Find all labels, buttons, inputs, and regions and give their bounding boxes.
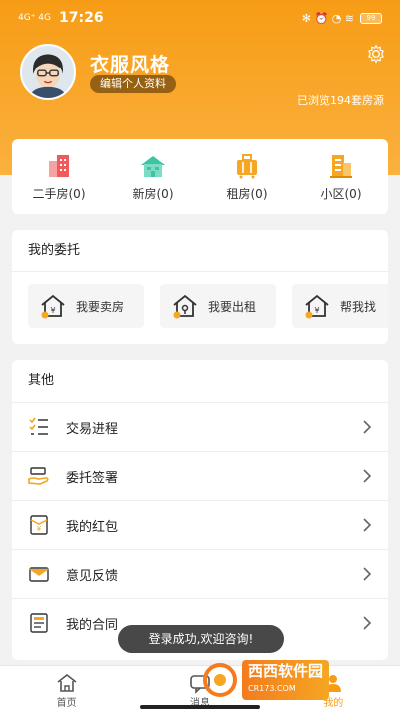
- status-bar: 4G⁺ 4G 17:26 ✻ ⏰ ◔ ≋ 99: [0, 0, 400, 36]
- checklist-icon: [29, 417, 48, 435]
- user-name: 衣服风格: [90, 54, 171, 76]
- sell-house-button[interactable]: ¥ 我要卖房: [28, 284, 144, 328]
- handshake-icon: [28, 467, 49, 485]
- building-icon: [49, 155, 69, 177]
- entrust-sign-row[interactable]: 委托签署: [12, 451, 388, 500]
- edit-profile-button[interactable]: 编辑个人资料: [90, 75, 176, 93]
- svg-text:¥: ¥: [314, 306, 319, 315]
- tab-label: 首页: [56, 698, 77, 709]
- house-yen-icon: ¥: [305, 294, 329, 319]
- quick-label: 新房(0): [132, 187, 174, 201]
- tab-home[interactable]: 首页: [0, 666, 133, 711]
- watermark-icon: [203, 663, 237, 697]
- my-entrust-card: 我的委托 ¥ 我要卖房 我要出租 ¥ 帮我找: [12, 230, 388, 344]
- entrust-label: 帮我找: [340, 299, 377, 314]
- chevron-right-icon: [363, 616, 372, 630]
- red-packet-row[interactable]: ¥ 我的红包: [12, 500, 388, 549]
- avatar[interactable]: [20, 44, 76, 100]
- row-label: 意见反馈: [66, 568, 119, 584]
- entrust-title: 我的委托: [12, 230, 388, 272]
- chevron-right-icon: [363, 469, 372, 483]
- signal-indicator: 4G⁺ 4G: [18, 12, 52, 23]
- mail-icon: [29, 567, 49, 582]
- house-key-icon: [173, 294, 197, 319]
- quick-community[interactable]: 小区(0): [294, 139, 388, 214]
- row-label: 我的红包: [66, 519, 119, 535]
- login-toast: 登录成功,欢迎咨询!: [118, 625, 284, 653]
- red-packet-icon: ¥: [30, 515, 48, 535]
- quick-label: 二手房(0): [32, 187, 86, 201]
- watermark-logo: 西西软件园 CR173.COM: [202, 660, 378, 700]
- contract-icon: [30, 613, 48, 633]
- status-time: 17:26: [59, 10, 104, 26]
- transaction-progress-row[interactable]: 交易进程: [12, 402, 388, 451]
- chevron-right-icon: [363, 567, 372, 581]
- status-icons: ✻ ⏰ ◔ ≋: [301, 11, 354, 25]
- chevron-right-icon: [363, 420, 372, 434]
- row-label: 我的合同: [66, 617, 119, 633]
- quick-second-hand[interactable]: 二手房(0): [12, 139, 106, 214]
- other-title: 其他: [28, 373, 55, 388]
- watermark-title: 西西软件园: [248, 662, 324, 680]
- home-icon: [57, 673, 77, 692]
- home-indicator: [140, 705, 260, 709]
- chevron-right-icon: [363, 518, 372, 532]
- settings-gear-icon[interactable]: [366, 44, 386, 64]
- other-card: 其他 交易进程 委托签署 ¥ 我的红包 意见反馈 我的合同: [12, 360, 388, 660]
- find-house-button[interactable]: ¥ 帮我找: [292, 284, 388, 328]
- entrust-label: 我要出租: [208, 299, 257, 314]
- feedback-row[interactable]: 意见反馈: [12, 549, 388, 598]
- row-label: 委托签署: [66, 470, 119, 486]
- quick-label: 租房(0): [226, 187, 268, 201]
- house-icon: [141, 156, 165, 177]
- quick-label: 小区(0): [320, 187, 362, 201]
- quick-new-house[interactable]: 新房(0): [106, 139, 200, 214]
- watermark-sub: CR173.COM: [248, 684, 296, 693]
- battery-icon: 99: [360, 12, 382, 24]
- svg-text:¥: ¥: [37, 525, 42, 533]
- quick-rent[interactable]: 租房(0): [200, 139, 294, 214]
- quick-links-card: 二手房(0) 新房(0) 租房(0) 小区(0): [12, 139, 388, 214]
- svg-text:¥: ¥: [50, 306, 55, 315]
- suitcase-icon: [237, 154, 257, 179]
- viewed-count[interactable]: 已浏览194套房源: [297, 92, 384, 108]
- rent-out-button[interactable]: 我要出租: [160, 284, 276, 328]
- entrust-label: 我要卖房: [76, 299, 125, 314]
- watermark-text: 西西软件园 CR173.COM: [242, 660, 330, 700]
- house-yen-icon: ¥: [41, 294, 65, 319]
- row-label: 交易进程: [66, 421, 119, 437]
- community-icon: [330, 155, 352, 178]
